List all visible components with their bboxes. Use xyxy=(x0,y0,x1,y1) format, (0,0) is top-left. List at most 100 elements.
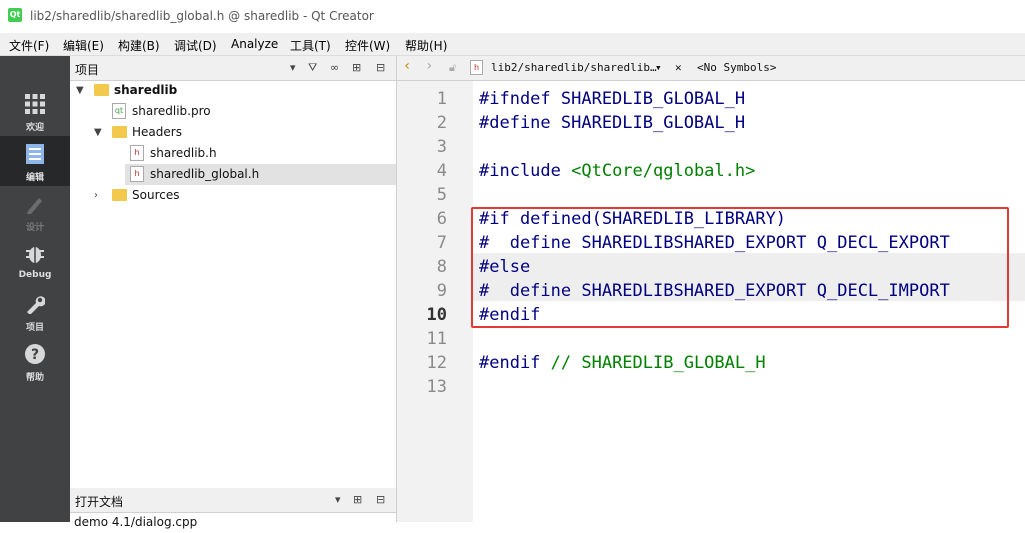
code-line: #include <QtCore/qglobal.h> xyxy=(479,161,755,181)
split-icon[interactable]: ⊞ xyxy=(352,61,361,74)
line-number: 2 xyxy=(436,113,447,133)
line-number: 1 xyxy=(436,89,447,109)
tree-item-sharedlib-global-h[interactable]: h sharedlib_global.h xyxy=(125,164,396,185)
chevron-down-icon[interactable]: ▾ xyxy=(290,61,296,74)
line-number: 10 xyxy=(426,305,447,325)
pro-file-icon: qt xyxy=(112,103,126,119)
mode-label: 编辑 xyxy=(25,173,44,183)
bug-icon xyxy=(26,247,44,263)
open-documents-header: 打开文档 ▾ ⊞ ⊟ xyxy=(70,488,396,513)
tree-item-label: Headers xyxy=(132,125,182,139)
line-number: 11 xyxy=(426,329,447,349)
help-icon: ? xyxy=(25,344,45,364)
mode-design[interactable]: 设计 xyxy=(0,186,70,236)
code-comment: // SHAREDLIB_GLOBAL_H xyxy=(550,353,766,373)
symbols-combo[interactable]: <No Symbols> xyxy=(697,61,776,74)
window-title: lib2/sharedlib/sharedlib_global.h @ shar… xyxy=(30,9,374,23)
tree-item-label: Sources xyxy=(132,188,180,202)
pencil-icon xyxy=(27,198,42,214)
highlight-box xyxy=(471,207,1009,328)
line-number: 6 xyxy=(436,209,447,229)
tree-item-sharedlib-h[interactable]: h sharedlib.h xyxy=(70,143,396,164)
chevron-right-icon[interactable]: › xyxy=(94,185,98,206)
grid-icon xyxy=(25,94,45,114)
title-bar: Qt lib2/sharedlib/sharedlib_global.h @ s… xyxy=(0,0,1025,33)
mode-help[interactable]: ? 帮助 xyxy=(0,336,70,386)
lock-icon: 🔓︎ xyxy=(449,61,457,74)
project-panel-title: 项目 xyxy=(75,63,100,77)
header-file-icon: h xyxy=(130,145,144,161)
project-folder-icon xyxy=(94,84,109,96)
filter-icon[interactable]: ⛛ xyxy=(308,61,317,75)
line-number: 13 xyxy=(426,377,447,397)
menu-file[interactable]: 文件(F) xyxy=(9,37,49,54)
mode-bar: 欢迎 编辑 设计 Debug 项目 ? 帮助 xyxy=(0,56,70,522)
line-number: 8 xyxy=(436,257,447,277)
menu-widgets[interactable]: 控件(W) xyxy=(345,37,390,54)
menu-help[interactable]: 帮助(H) xyxy=(405,37,447,54)
document-icon xyxy=(26,144,44,164)
source-folder-icon xyxy=(112,189,127,201)
tree-item-headers[interactable]: ▼ Headers xyxy=(70,122,396,143)
tree-item-sharedlib[interactable]: ▼ sharedlib xyxy=(70,80,396,101)
link-icon[interactable]: ∞ xyxy=(330,61,339,74)
editor-toolbar: ‹ › 🔓︎ h lib2/sharedlib/sharedlib… ▾ ✕ <… xyxy=(397,56,1025,81)
close-panel-icon[interactable]: ⊟ xyxy=(376,61,385,74)
svg-text:?: ? xyxy=(31,347,39,363)
mode-label: Debug xyxy=(18,270,52,280)
endif-directive: #endif xyxy=(479,353,551,373)
line-number: 3 xyxy=(436,137,447,157)
open-document-item[interactable]: demo 4.1/dialog.cpp xyxy=(74,512,394,533)
menu-bar: 文件(F) 编辑(E) 构建(B) 调试(D) Analyze 工具(T) 控件… xyxy=(0,33,1025,56)
open-documents-panel: 打开文档 ▾ ⊞ ⊟ demo 4.1/dialog.cpp xyxy=(70,488,397,529)
header-file-icon: h xyxy=(470,60,483,75)
include-directive: #include xyxy=(479,161,572,181)
line-number: 4 xyxy=(436,161,447,181)
mode-welcome[interactable]: 欢迎 xyxy=(0,86,70,136)
header-folder-icon xyxy=(112,126,127,138)
line-number: 5 xyxy=(436,185,447,205)
line-number: 12 xyxy=(426,353,447,373)
tree-item-pro[interactable]: qt sharedlib.pro xyxy=(70,101,396,122)
header-file-icon: h xyxy=(130,166,144,182)
tree-item-label: sharedlib_global.h xyxy=(150,167,260,181)
mode-label: 项目 xyxy=(25,323,44,333)
tree-item-label: sharedlib.pro xyxy=(132,104,211,118)
chevron-down-icon[interactable]: ▾ xyxy=(335,493,341,506)
tree-item-sources[interactable]: › Sources xyxy=(70,185,396,206)
forward-arrow-icon[interactable]: › xyxy=(425,58,433,74)
tree-item-label: sharedlib xyxy=(114,83,178,97)
mode-debug[interactable]: Debug xyxy=(0,236,70,286)
code-line: #ifndef SHAREDLIB_GLOBAL_H xyxy=(479,89,746,109)
line-number: 9 xyxy=(436,281,447,301)
mode-projects[interactable]: 项目 xyxy=(0,286,70,336)
split-icon[interactable]: ⊞ xyxy=(353,493,362,506)
close-panel-icon[interactable]: ⊟ xyxy=(376,493,385,506)
code-line: #endif // SHAREDLIB_GLOBAL_H xyxy=(479,353,766,373)
file-path-combo[interactable]: lib2/sharedlib/sharedlib… xyxy=(491,61,657,74)
close-icon[interactable]: ✕ xyxy=(675,61,682,74)
line-number-gutter: 1 2 3 4 5 6 7 8 9 10 11 12 13 xyxy=(397,81,473,522)
line-number: 7 xyxy=(436,233,447,253)
menu-debug[interactable]: 调试(D) xyxy=(174,37,217,54)
wrench-icon xyxy=(27,296,45,314)
chevron-down-icon[interactable]: ▾ xyxy=(655,61,662,74)
mode-label: 欢迎 xyxy=(25,123,44,133)
mode-edit[interactable]: 编辑 xyxy=(0,136,70,186)
project-panel-header: 项目 ▾ ⛛ ∞ ⊞ ⊟ xyxy=(70,56,396,81)
tree-item-label: sharedlib.h xyxy=(150,146,217,160)
mode-label: 设计 xyxy=(25,223,44,233)
qt-app-icon: Qt xyxy=(8,8,22,22)
chevron-down-icon[interactable]: ▼ xyxy=(76,80,84,101)
include-path: <QtCore/qglobal.h> xyxy=(571,161,756,181)
menu-tools[interactable]: 工具(T) xyxy=(290,37,331,54)
menu-analyze[interactable]: Analyze xyxy=(231,37,278,51)
menu-build[interactable]: 构建(B) xyxy=(118,37,160,54)
code-line: #define SHAREDLIB_GLOBAL_H xyxy=(479,113,746,133)
chevron-down-icon[interactable]: ▼ xyxy=(94,122,102,143)
back-arrow-icon[interactable]: ‹ xyxy=(403,58,411,74)
mode-label: 帮助 xyxy=(25,373,44,383)
project-panel: 项目 ▾ ⛛ ∞ ⊞ ⊟ ▼ sharedlib qt sharedlib.pr… xyxy=(70,56,397,488)
menu-edit[interactable]: 编辑(E) xyxy=(63,37,104,54)
open-documents-title: 打开文档 xyxy=(75,495,124,509)
